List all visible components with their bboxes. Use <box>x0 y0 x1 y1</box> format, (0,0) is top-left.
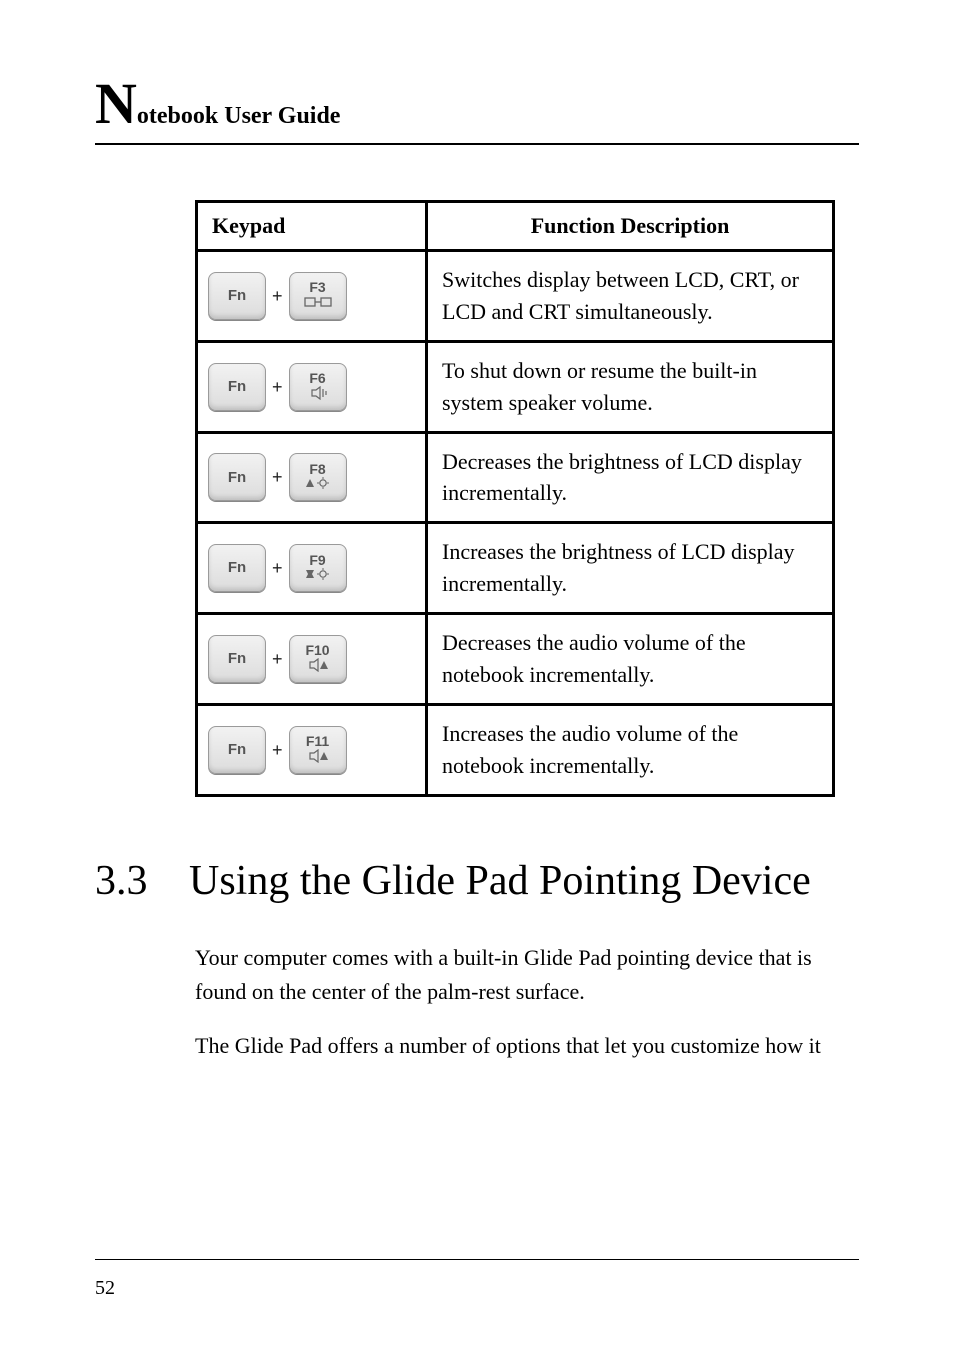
speaker-toggle-icon <box>304 386 332 403</box>
brightness-down-icon <box>304 476 332 493</box>
keypad-combo: Fn + F6 <box>208 363 415 411</box>
keypad-combo: Fn + F9 <box>208 544 415 592</box>
plus-icon: + <box>272 737 283 763</box>
description-cell: Decreases the brightness of LCD display … <box>427 432 834 523</box>
table-header-keypad: Keypad <box>197 202 427 251</box>
table-row: Fn + F11 Increases the audio volume of t… <box>197 704 834 795</box>
f8-key: F8 <box>289 453 347 501</box>
table-row: Fn + F10 Decreases the audio volume of t… <box>197 614 834 705</box>
body-paragraph: Your computer comes with a built-in Glid… <box>195 941 855 1009</box>
table-row: Fn + F3 Switches display between LCD, CR… <box>197 251 834 342</box>
table-row: Fn + F8 Decreases the brightness of LCD … <box>197 432 834 523</box>
fn-key: Fn <box>208 726 266 774</box>
display-switch-icon <box>304 295 332 312</box>
volume-down-icon <box>304 658 332 675</box>
plus-icon: + <box>272 283 283 309</box>
table-row: Fn + F6 To shut down or resume the built… <box>197 341 834 432</box>
description-cell: Increases the brightness of LCD display … <box>427 523 834 614</box>
keypad-combo: Fn + F10 <box>208 635 415 683</box>
header-rest: otebook User Guide <box>137 103 341 129</box>
keypad-combo: Fn + F11 <box>208 726 415 774</box>
section-heading: 3.3 Using the Glide Pad Pointing Device <box>95 857 859 905</box>
section-number: 3.3 <box>95 857 185 905</box>
description-cell: To shut down or resume the built-in syst… <box>427 341 834 432</box>
f10-key: F10 <box>289 635 347 683</box>
header-big-letter: N <box>95 71 137 136</box>
volume-up-icon <box>304 749 332 766</box>
f9-key: F9 <box>289 544 347 592</box>
page-number: 52 <box>95 1277 115 1300</box>
plus-icon: + <box>272 555 283 581</box>
fn-key: Fn <box>208 544 266 592</box>
section-title: Using the Glide Pad Pointing Device <box>189 857 811 905</box>
description-cell: Increases the audio volume of the notebo… <box>427 704 834 795</box>
f11-key: F11 <box>289 726 347 774</box>
description-cell: Switches display between LCD, CRT, or LC… <box>427 251 834 342</box>
page-header: Notebook User Guide <box>95 70 859 145</box>
function-key-table: Keypad Function Description Fn + F3 Swit <box>195 200 835 797</box>
fn-key: Fn <box>208 363 266 411</box>
plus-icon: + <box>272 646 283 672</box>
description-cell: Decreases the audio volume of the notebo… <box>427 614 834 705</box>
brightness-up-icon <box>304 567 332 584</box>
fn-key: Fn <box>208 635 266 683</box>
body-paragraph: The Glide Pad offers a number of options… <box>195 1029 855 1063</box>
plus-icon: + <box>272 464 283 490</box>
fn-key: Fn <box>208 453 266 501</box>
plus-icon: + <box>272 374 283 400</box>
table-header-description: Function Description <box>427 202 834 251</box>
f6-key: F6 <box>289 363 347 411</box>
f3-key: F3 <box>289 272 347 320</box>
keypad-combo: Fn + F8 <box>208 453 415 501</box>
keypad-combo: Fn + F3 <box>208 272 415 320</box>
table-row: Fn + F9 Increases the brightness of LCD … <box>197 523 834 614</box>
footer-divider <box>95 1259 859 1260</box>
fn-key: Fn <box>208 272 266 320</box>
